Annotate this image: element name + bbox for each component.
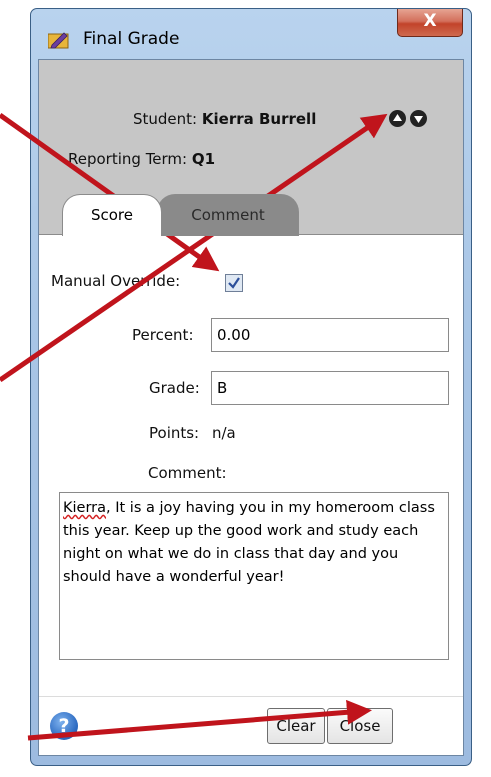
window-close-button[interactable]: X: [397, 9, 463, 37]
tab-score[interactable]: Score: [62, 194, 162, 236]
reporting-term-value: Q1: [191, 150, 216, 168]
triangle-up-icon: [393, 114, 402, 121]
percent-input[interactable]: 0.00: [211, 318, 449, 352]
manual-override-label: Manual Override:: [51, 272, 181, 290]
reporting-term-label: Reporting Term:: [68, 150, 188, 168]
grade-input[interactable]: B: [211, 371, 449, 405]
triangle-down-icon: [414, 116, 423, 123]
folder-pencil-icon: [48, 32, 69, 49]
comment-textarea[interactable]: Kierra, It is a joy having you in my hom…: [59, 492, 449, 660]
student-name: Kierra Burrell: [201, 110, 317, 128]
reporting-term-field: Reporting Term: Q1: [68, 150, 215, 168]
comment-text: , It is a joy having you in my homeroom …: [63, 500, 435, 585]
previous-student-button[interactable]: [389, 110, 406, 127]
student-field: Student: Kierra Burrell: [133, 110, 316, 128]
title-bar[interactable]: Final Grade X: [31, 9, 471, 59]
points-label: Points:: [149, 424, 200, 442]
next-student-button[interactable]: [410, 110, 427, 127]
manual-override-checkbox[interactable]: [225, 274, 243, 292]
tab-comment[interactable]: Comment: [157, 194, 299, 236]
close-icon: X: [423, 11, 437, 31]
points-value: n/a: [212, 424, 236, 442]
grade-label: Grade:: [149, 379, 200, 397]
close-button[interactable]: Close: [327, 708, 393, 744]
checkmark-icon: [228, 277, 240, 289]
window-title: Final Grade: [83, 29, 180, 49]
final-grade-window: Final Grade X Student: Kierra Burrell Re…: [30, 8, 472, 766]
dialog-content: Student: Kierra Burrell Reporting Term: …: [38, 59, 464, 756]
help-icon[interactable]: ?: [50, 712, 78, 740]
student-header: Student: Kierra Burrell Reporting Term: …: [39, 60, 463, 236]
dialog-footer: ? Clear Close: [39, 696, 463, 755]
clear-button[interactable]: Clear: [267, 708, 325, 744]
percent-label: Percent:: [132, 326, 194, 344]
comment-misspelled-word: Kierra: [63, 500, 107, 516]
comment-label: Comment:: [148, 464, 227, 482]
student-label: Student:: [133, 110, 198, 128]
